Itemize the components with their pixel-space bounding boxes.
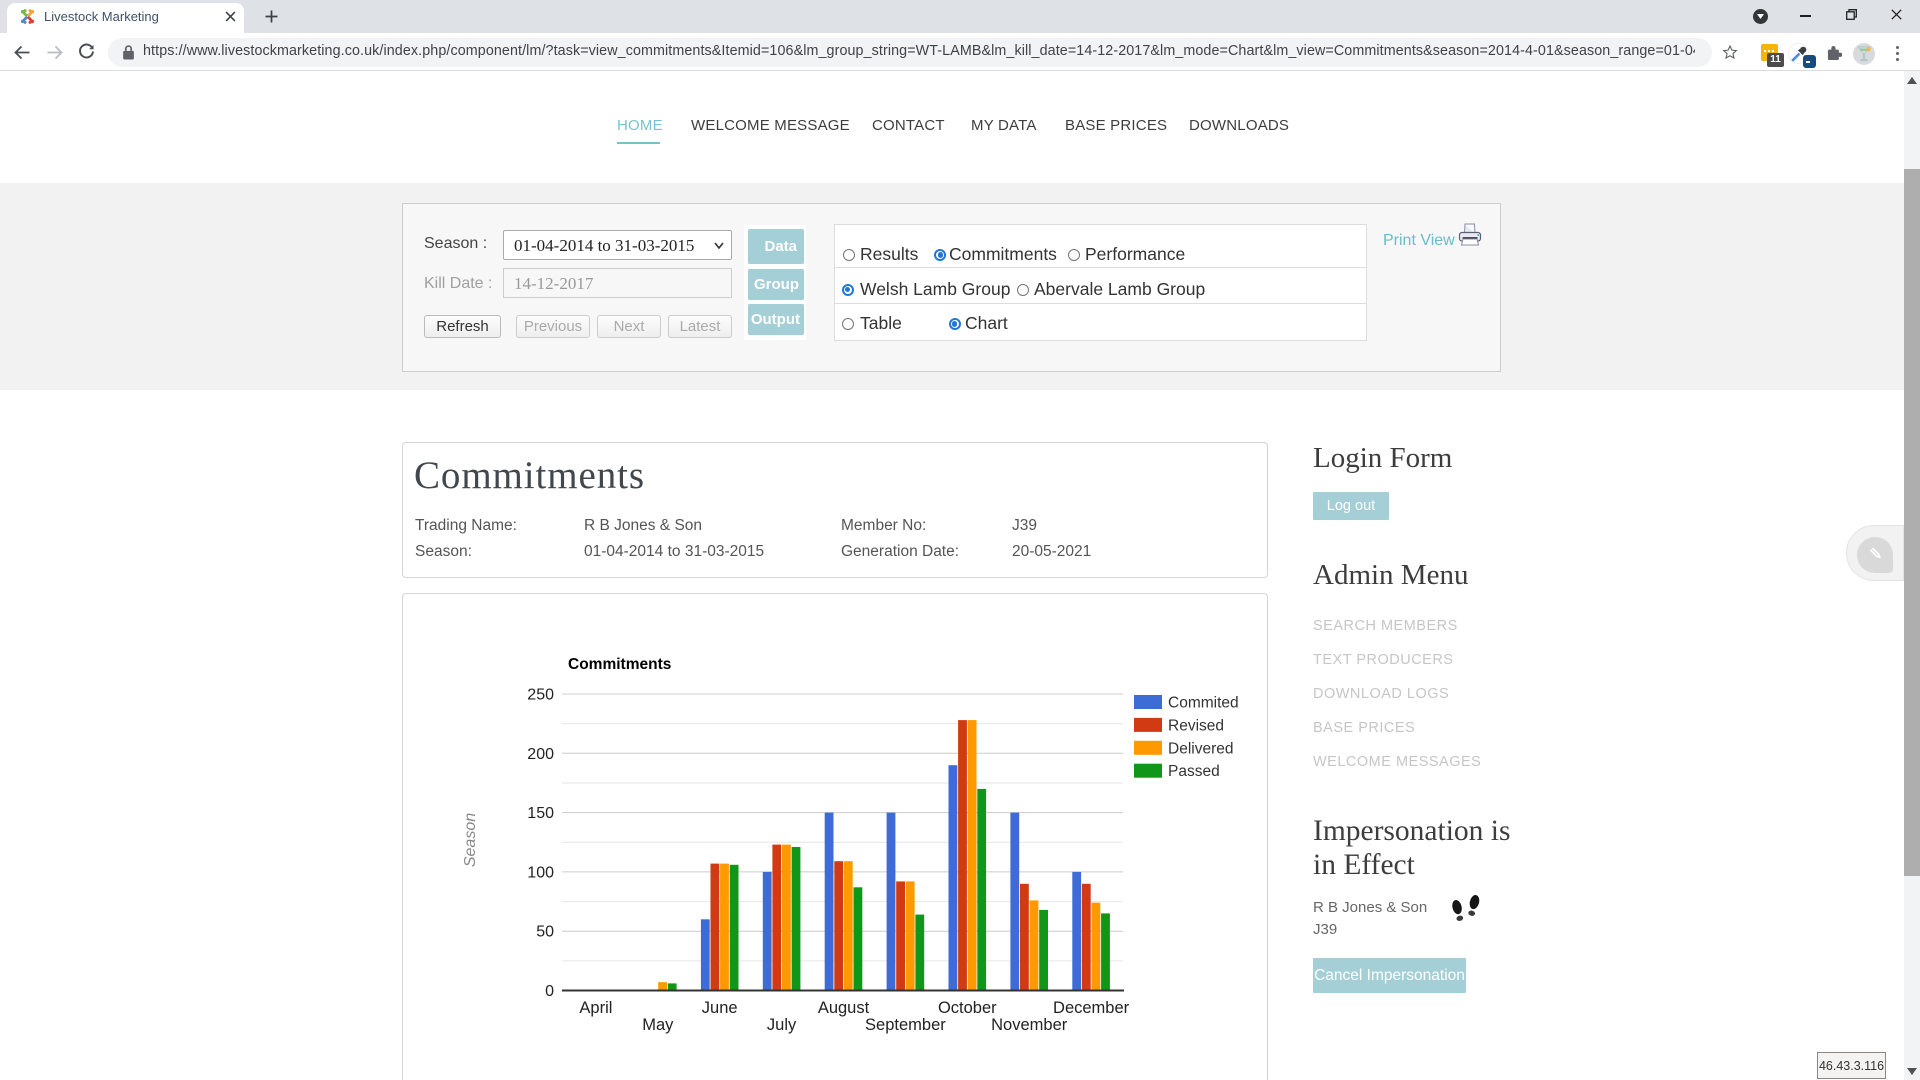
svg-text:250: 250 [527, 687, 554, 704]
svg-text:April: April [579, 999, 612, 1017]
svg-text:December: December [1053, 999, 1130, 1017]
svg-text:Commitments: Commitments [568, 656, 671, 673]
svg-text:0: 0 [545, 983, 554, 1000]
svg-text:50: 50 [536, 924, 554, 941]
svg-text:Passed: Passed [1168, 763, 1220, 780]
svg-text:Delivered: Delivered [1168, 740, 1233, 757]
svg-text:November: November [991, 1016, 1068, 1034]
svg-text:Revised: Revised [1168, 717, 1224, 734]
svg-text:May: May [642, 1016, 674, 1034]
svg-text:150: 150 [527, 805, 554, 822]
svg-text:September: September [865, 1016, 946, 1034]
svg-text:August: August [818, 999, 870, 1017]
svg-text:100: 100 [527, 864, 554, 881]
svg-text:July: July [767, 1016, 797, 1034]
svg-text:October: October [938, 999, 997, 1017]
svg-text:Commited: Commited [1168, 695, 1239, 712]
svg-text:June: June [702, 999, 738, 1017]
svg-text:Season: Season [462, 813, 479, 867]
svg-text:200: 200 [527, 746, 554, 763]
